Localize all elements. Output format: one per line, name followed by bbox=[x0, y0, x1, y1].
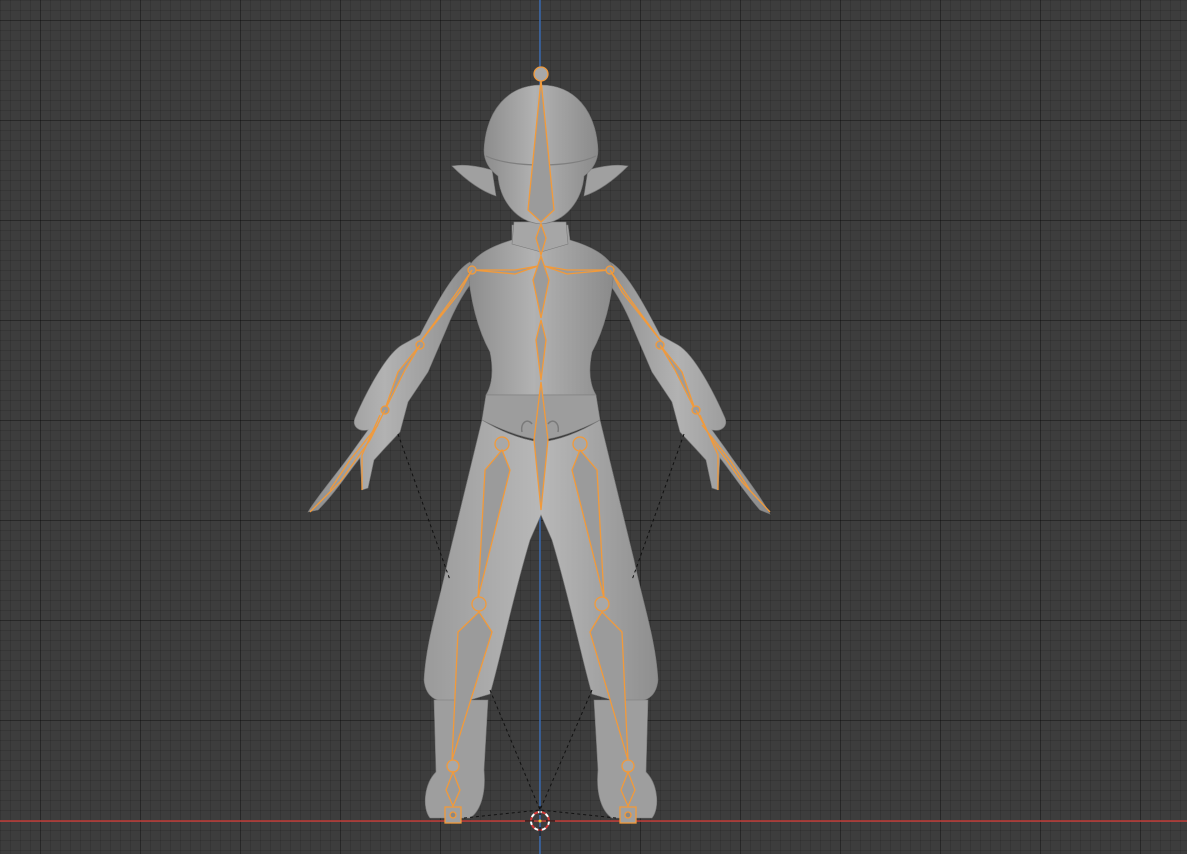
bone-head-tail[interactable] bbox=[533, 66, 549, 82]
bone-upperarm-left[interactable] bbox=[417, 269, 473, 346]
scene-canvas[interactable] bbox=[0, 0, 1187, 854]
left-ear-mesh[interactable] bbox=[451, 164, 497, 197]
3d-viewport[interactable] bbox=[0, 0, 1187, 854]
3d-cursor-icon[interactable] bbox=[525, 806, 555, 836]
